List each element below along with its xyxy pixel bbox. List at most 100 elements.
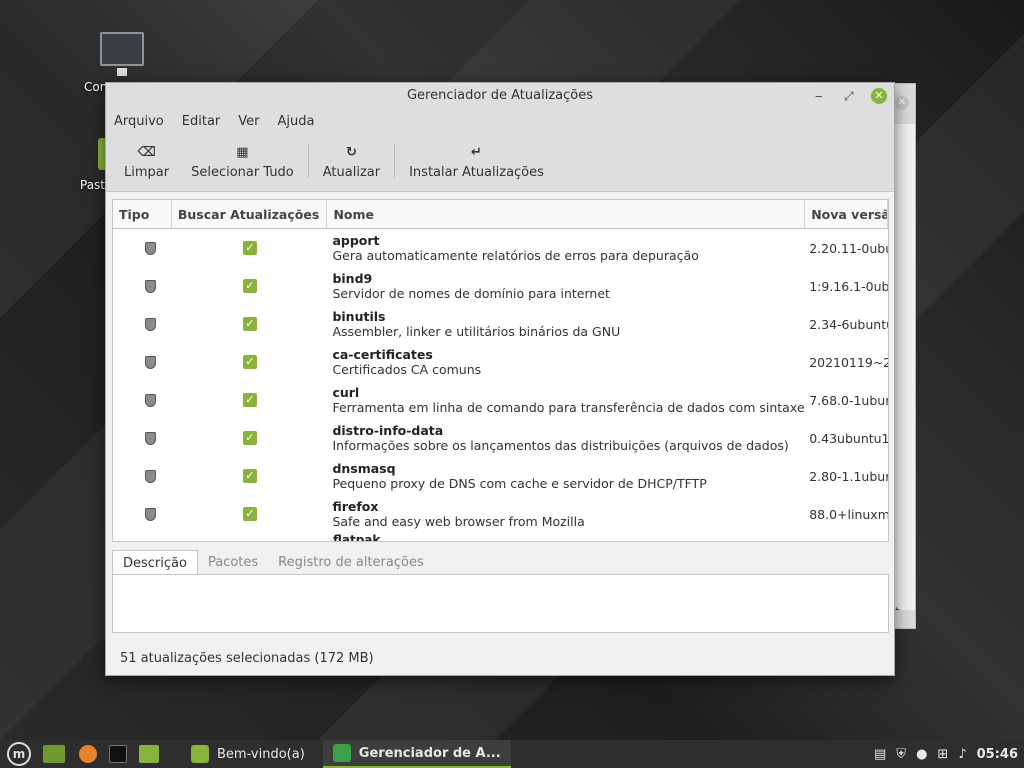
checkbox[interactable]: ✓ <box>242 241 257 255</box>
clear-button[interactable]: ⌫ Limpar <box>124 144 169 180</box>
maximize-button[interactable]: ⤢ <box>844 83 854 109</box>
menu-help[interactable]: Ajuda <box>278 114 315 129</box>
package-name: firefox <box>332 499 379 514</box>
menu-view[interactable]: Ver <box>238 114 259 129</box>
new-version: 2.80-1.1ubur <box>809 468 888 484</box>
table-row[interactable]: ✓ curl Ferramenta em linha de comando para… <box>113 381 888 419</box>
description-panel <box>112 574 889 633</box>
close-button[interactable]: ✕ <box>871 88 887 104</box>
task-welcome[interactable]: Bem-vindo(a) <box>181 740 315 768</box>
firefox-icon[interactable] <box>79 745 97 763</box>
clipboard-icon[interactable]: ▤ <box>874 747 886 762</box>
volume-icon[interactable]: ♪ <box>958 747 966 762</box>
tab-changelog[interactable]: Registro de alterações <box>268 550 434 575</box>
checkbox[interactable]: ✓ <box>242 355 257 369</box>
table-row[interactable]: ✓ bind9 Servidor de nomes de domínio para … <box>113 267 888 305</box>
system-tray: ▤ ⛨ ● ⊞ ♪ 05:46 <box>874 747 1024 762</box>
updates-table[interactable]: Tipo Buscar Atualizações Nome Nova versã… <box>112 199 889 542</box>
shield-icon <box>145 317 156 331</box>
shield-icon <box>145 393 156 407</box>
show-desktop-icon[interactable] <box>43 745 65 763</box>
column-type[interactable]: Tipo <box>113 200 172 228</box>
shield-icon <box>145 469 156 483</box>
task-label: Gerenciador de A... <box>358 745 501 761</box>
name-cell: binutils Assembler, linker e utilitários … <box>327 309 805 339</box>
toolbar-separator <box>394 144 396 178</box>
table-row[interactable]: ✓ firefox Safe and easy web browser from M… <box>113 495 888 533</box>
status-text: 51 atualizações selecionadas (172 MB) <box>120 651 374 666</box>
table-row[interactable]: ✓ apport Gera automaticamente relatórios d… <box>113 229 888 267</box>
checkbox[interactable]: ✓ <box>242 469 257 483</box>
clock[interactable]: 05:46 <box>977 747 1018 762</box>
select-all-button[interactable]: ▦ Selecionar Tudo <box>191 144 294 180</box>
task-update-manager[interactable]: Gerenciador de A... <box>322 740 511 768</box>
name-cell: dnsmasq Pequeno proxy de DNS com cache e … <box>327 461 805 491</box>
terminal-icon[interactable] <box>109 745 127 763</box>
table-row-partial[interactable]: flatpak <box>113 533 888 541</box>
new-version: 2.34-6ubuntu <box>809 316 888 332</box>
select-all-label: Selecionar Tudo <box>191 165 294 180</box>
column-check[interactable]: Buscar Atualizações <box>172 200 328 228</box>
type-cell <box>113 393 172 407</box>
title-bar[interactable]: Gerenciador de Atualizações ‒ ⤢ ✕ <box>106 83 894 109</box>
refresh-icon: ↻ <box>345 145 357 160</box>
package-name: dnsmasq <box>332 461 396 476</box>
checkbox[interactable]: ✓ <box>242 279 257 293</box>
network-icon[interactable]: ⊞ <box>937 747 948 762</box>
toolbar: ⌫ Limpar ▦ Selecionar Tudo ↻ Atualizar ↵… <box>106 133 894 192</box>
check-cell: ✓ <box>172 507 328 521</box>
check-cell: ✓ <box>172 393 328 407</box>
shield-icon <box>145 241 156 255</box>
tab-description[interactable]: Descrição <box>112 550 198 575</box>
clear-label: Limpar <box>124 165 170 180</box>
table-row[interactable]: ✓ distro-info-data Informações sobre os la… <box>113 419 888 457</box>
install-updates-button[interactable]: ↵ Instalar Atualizações <box>409 144 544 180</box>
checkbox[interactable]: ✓ <box>242 317 257 331</box>
package-description: Servidor de nomes de domínio para intern… <box>332 286 610 301</box>
mint-menu-button[interactable]: m <box>7 742 31 766</box>
column-new-version[interactable]: Nova versão <box>805 200 888 228</box>
package-name: apport <box>332 233 380 248</box>
package-name: bind9 <box>332 271 373 286</box>
check-cell: ✓ <box>172 317 328 331</box>
type-cell <box>113 241 172 255</box>
shield-icon <box>145 355 156 369</box>
new-version: 1:9.16.1-0ub <box>809 278 888 294</box>
name-cell: distro-info-data Informações sobre os lan… <box>327 423 805 453</box>
table-row[interactable]: ✓ dnsmasq Pequeno proxy de DNS com cache e… <box>113 457 888 495</box>
welcome-icon <box>191 745 209 763</box>
package-description: Safe and easy web browser from Mozilla <box>332 514 585 529</box>
name-cell: bind9 Servidor de nomes de domínio para i… <box>327 271 805 301</box>
package-name: distro-info-data <box>332 423 444 438</box>
check-cell: ✓ <box>172 431 328 445</box>
column-name[interactable]: Nome <box>327 200 806 228</box>
close-icon[interactable]: ✕ <box>895 96 909 110</box>
user-icon[interactable]: ● <box>916 747 927 762</box>
table-row[interactable]: ✓ ca-certificates Certificados CA comuns 20… <box>113 343 888 381</box>
computer-icon <box>100 32 144 76</box>
checkbox[interactable]: ✓ <box>242 393 257 407</box>
new-version: 0.43ubuntu1 <box>809 430 888 446</box>
checkbox[interactable]: ✓ <box>242 431 257 445</box>
tab-packages[interactable]: Pacotes <box>198 550 268 575</box>
menu-edit[interactable]: Editar <box>182 114 221 129</box>
files-icon[interactable] <box>139 745 159 763</box>
refresh-button[interactable]: ↻ Atualizar <box>323 144 380 180</box>
type-cell <box>113 317 172 331</box>
name-cell: firefox Safe and easy web browser from Mo… <box>327 499 805 529</box>
table-row[interactable]: ✓ binutils Assembler, linker e utilitários… <box>113 305 888 343</box>
refresh-label: Atualizar <box>322 165 381 180</box>
update-shield-icon[interactable]: ⛨ <box>896 747 906 762</box>
name-cell: ca-certificates Certificados CA comuns <box>327 347 805 377</box>
checkbox[interactable]: ✓ <box>242 507 257 521</box>
check-cell: ✓ <box>172 469 328 483</box>
check-cell: ✓ <box>172 355 328 369</box>
menu-file[interactable]: Arquivo <box>114 114 164 129</box>
package-name: curl <box>332 385 360 400</box>
detail-tabs: Descrição Pacotes Registro de alterações <box>112 550 434 575</box>
new-version: 7.68.0-1ubur <box>809 392 888 408</box>
type-cell <box>113 469 172 483</box>
install-arrow-icon: ↵ <box>471 145 482 160</box>
package-name: ca-certificates <box>332 347 433 362</box>
minimize-button[interactable]: ‒ <box>815 83 823 109</box>
